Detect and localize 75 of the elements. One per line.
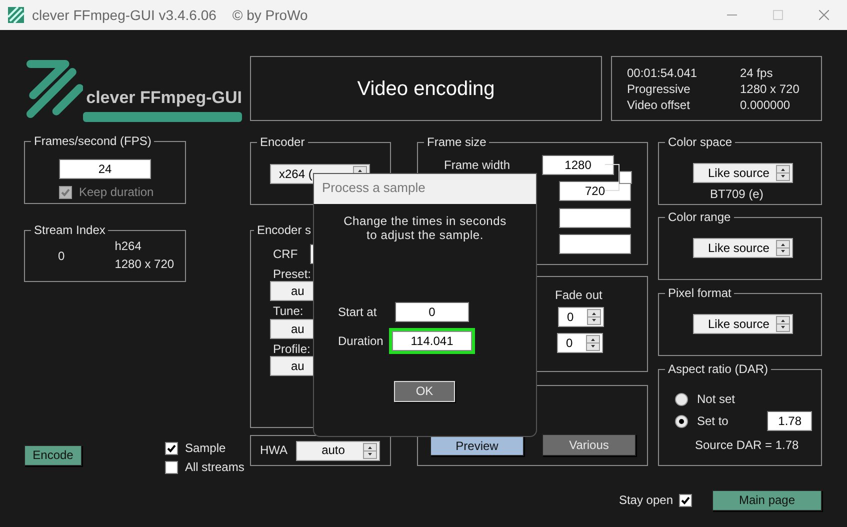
radio-label: Not set [697,392,736,406]
fade-label: Fade out [555,288,602,302]
spin-button[interactable] [587,309,601,326]
field-label: Start at [338,304,378,319]
dialog-message: to adjust the sample. [366,228,484,243]
checkbox[interactable] [619,171,632,184]
action-button[interactable]: Various [542,434,636,456]
spin-field[interactable]: auto [296,440,380,460]
group-title: Aspect ratio (DAR) [665,362,772,376]
app-icon [8,7,24,23]
width-field[interactable]: 1280 [542,155,614,175]
spin-button[interactable] [776,240,790,256]
crf-label: CRF [273,246,298,262]
color-space-note: BT709 (e) [710,187,764,202]
resolution-text: 1280 x 720 [114,257,174,272]
input-field[interactable] [559,208,631,228]
source-dar-text: Source DAR = 1.78 [695,438,799,452]
field-label: Preset: [273,267,312,282]
group-title: Encoder [257,135,308,150]
spin-field[interactable]: 0 [558,307,604,328]
info-label: Progressive [627,82,692,98]
spin-field[interactable]: Like source [693,163,793,183]
spin-button[interactable] [776,165,790,181]
radio-button[interactable] [675,392,688,406]
field-label: Frame width [444,158,510,172]
group-title: Frame size [424,135,490,150]
group-title: Frames/second (FPS) [31,134,154,148]
checkbox[interactable] [165,442,178,455]
encode-button[interactable]: Encode [24,445,82,466]
spin-button[interactable] [776,316,790,332]
input-field[interactable] [559,234,631,254]
dialog-title: Process a sample [314,174,536,204]
group-title: Encoder s [254,223,314,238]
group-title: Stream Index [31,223,108,238]
checkbox[interactable] [679,494,692,507]
height-field[interactable]: 720 [559,181,631,201]
radio-button[interactable] [675,414,688,428]
spin-field[interactable]: 0 [557,333,603,354]
fps-field[interactable]: 24 [59,159,151,179]
group-title: Pixel format [665,286,734,300]
checkbox-label: Stay open [618,493,673,508]
checkbox[interactable] [165,461,178,474]
spin-field[interactable]: Like source [693,314,793,334]
info-value: 1280 x 720 [740,82,800,98]
action-button[interactable]: Preview [430,436,524,456]
ok-button[interactable]: OK [394,380,455,402]
window-title: clever FFmpeg-GUI v3.4.6.06 [32,6,216,24]
group-title: Color space [665,135,736,150]
input-field[interactable]: 0 [395,302,469,322]
aspect-field[interactable]: 1.78 [767,411,812,431]
info-value: 0.000000 [740,98,790,114]
input-field[interactable]: 114.041 [389,328,475,354]
hwa-label: HWA [260,443,288,458]
group-title: Color range [665,210,734,224]
radio-label: Set to [697,414,728,428]
spin-button[interactable] [586,335,600,352]
stream-index-value: 0 [58,249,65,265]
close-icon[interactable] [819,10,829,20]
checkbox-label: Sample [185,441,226,456]
codec-text: h264 [114,239,142,254]
info-value: 24 fps [740,66,773,82]
info-label: 00:01:54.041 [627,66,698,82]
spin-field[interactable]: Like source [693,238,793,258]
dialog-message: Change the times in seconds [344,214,506,228]
copyright-text: © by ProWo [232,6,308,24]
spin-button[interactable] [362,442,377,458]
field-label: Tune: [273,304,304,319]
checkbox-label: All streams [185,460,244,475]
field-label: Profile: [273,342,310,356]
logo-text: clever FFmpeg-GUI [86,88,242,108]
info-label: Video offset [627,98,691,114]
page-title: Video encoding [357,76,495,100]
checkbox-label: Keep duration [79,185,154,200]
main-page-button[interactable]: Main page [712,490,822,511]
field-label: Duration [338,334,384,348]
